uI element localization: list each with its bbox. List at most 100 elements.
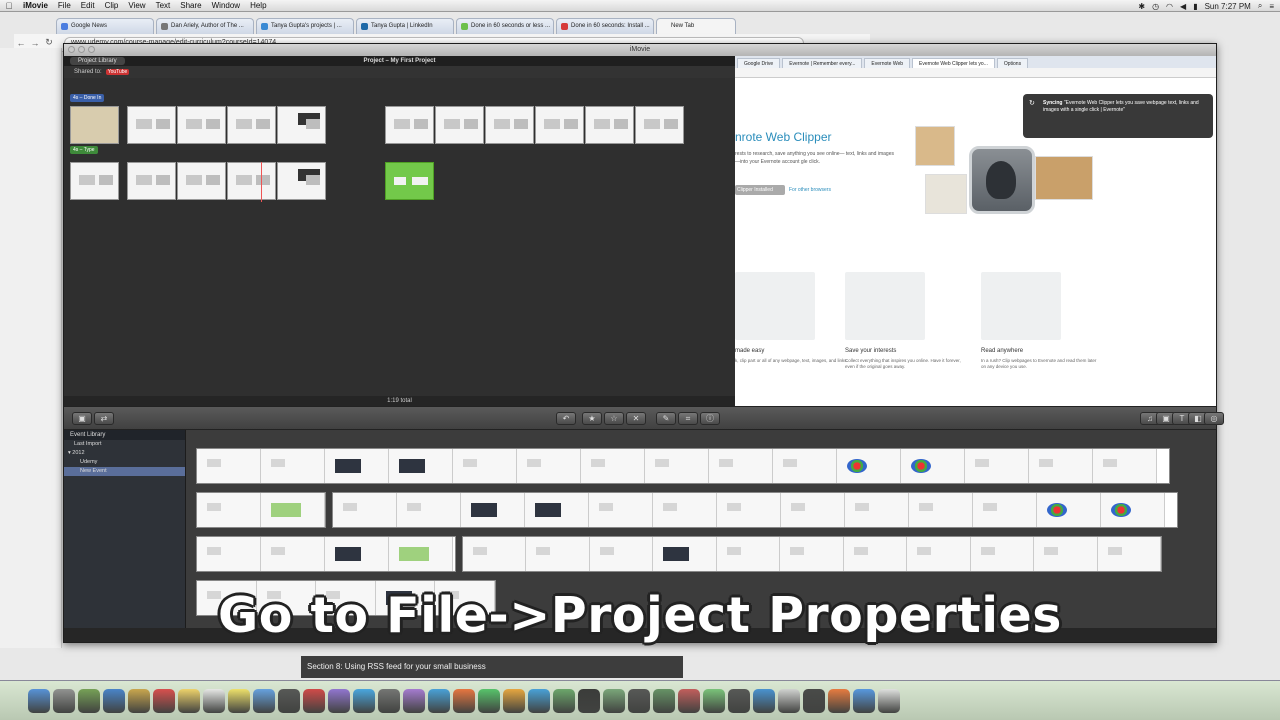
video-clip[interactable] [585, 106, 634, 144]
keyword-icon[interactable]: ✎ [656, 412, 676, 425]
video-clip[interactable] [70, 106, 119, 144]
video-clip[interactable] [385, 162, 434, 200]
forward-icon[interactable]: → [28, 38, 42, 48]
dock-app-icon[interactable] [303, 688, 325, 713]
viewer-tab[interactable]: Evernote Web [864, 58, 911, 68]
video-clip[interactable] [127, 162, 176, 200]
event-filmstrip[interactable] [196, 448, 1170, 484]
dock-app-icon[interactable] [153, 688, 175, 713]
dock-app-icon[interactable] [453, 688, 475, 713]
crop-icon[interactable]: ⌗ [678, 412, 698, 425]
browser-tab[interactable]: Dan Ariely, Author of The ... [156, 18, 254, 34]
menu-clip[interactable]: Clip [100, 1, 124, 10]
dock-app-icon[interactable] [403, 688, 425, 713]
dock-app-icon[interactable] [278, 688, 300, 713]
dock-app-icon[interactable] [128, 688, 150, 713]
playhead[interactable] [261, 162, 262, 202]
dock-app-icon[interactable] [328, 688, 350, 713]
browser-tab[interactable]: Google News [56, 18, 154, 34]
dock-app-icon[interactable] [253, 688, 275, 713]
browser-tab[interactable]: Done in 60 seconds or less ... [456, 18, 554, 34]
time-machine-icon[interactable]: ◷ [1152, 2, 1159, 11]
viewer-tab-active[interactable]: Evernote Web Clipper lets yo... [912, 58, 995, 68]
menu-edit[interactable]: Edit [76, 1, 100, 10]
browser-tab[interactable]: Tanya Gupta | LinkedIn [356, 18, 454, 34]
dock-app-icon[interactable] [428, 688, 450, 713]
viewer-tab[interactable]: Evernote | Remember every... [782, 58, 863, 68]
menu-clock[interactable]: Sun 7:27 PM [1205, 2, 1251, 11]
dock-app-icon[interactable] [53, 688, 75, 713]
dock-app-icon[interactable] [728, 688, 750, 713]
video-clip[interactable] [227, 162, 276, 200]
title-tag[interactable]: 4s – Type [70, 146, 98, 154]
unmark-icon[interactable]: ☆ [604, 412, 624, 425]
video-clip[interactable] [277, 162, 326, 200]
video-clip[interactable] [177, 106, 226, 144]
dock-app-icon[interactable] [878, 688, 900, 713]
dock-app-icon[interactable] [628, 688, 650, 713]
sync-notification[interactable]: ↻ Syncing "Evernote Web Clipper lets you… [1023, 94, 1213, 138]
dock-app-icon[interactable] [203, 688, 225, 713]
video-clip[interactable] [385, 106, 434, 144]
dock-app-icon[interactable] [178, 688, 200, 713]
other-browsers-link[interactable]: For other browsers [789, 187, 831, 193]
dock-app-icon[interactable] [378, 688, 400, 713]
menu-text[interactable]: Text [151, 1, 176, 10]
bluetooth-icon[interactable]: ✱ [1138, 2, 1145, 11]
event-filmstrip[interactable] [196, 492, 326, 528]
camera-import-icon[interactable]: ▣ [72, 412, 92, 425]
dock-app-icon[interactable] [778, 688, 800, 713]
dock-app-icon[interactable] [678, 688, 700, 713]
browser-tab[interactable]: Done in 60 seconds: Install ... [556, 18, 654, 34]
dock-app-icon[interactable] [78, 688, 100, 713]
list-icon[interactable]: ≡ [1269, 2, 1274, 11]
close-window-icon[interactable] [68, 46, 75, 53]
wifi-icon[interactable]: ◠ [1166, 2, 1173, 11]
dock-app-icon[interactable] [353, 688, 375, 713]
back-icon[interactable]: ← [14, 38, 28, 48]
volume-icon[interactable]: ◀ [1180, 2, 1186, 11]
dock-app-icon[interactable] [478, 688, 500, 713]
info-icon[interactable]: ⓘ [700, 412, 720, 425]
event-filmstrip[interactable] [462, 536, 1162, 572]
event-item-selected[interactable]: New Event [64, 467, 185, 476]
menu-file[interactable]: File [53, 1, 76, 10]
video-clip[interactable] [127, 106, 176, 144]
menu-help[interactable]: Help [245, 1, 271, 10]
dock-app-icon[interactable] [103, 688, 125, 713]
event-item[interactable]: ▾ 2012 [64, 449, 185, 458]
favorite-icon[interactable]: ★ [582, 412, 602, 425]
browser-tab-new[interactable]: New Tab [656, 18, 736, 34]
dock-app-icon[interactable] [503, 688, 525, 713]
youtube-badge[interactable]: YouTube [105, 69, 130, 75]
viewer-address-bar[interactable] [735, 68, 1216, 78]
minimize-window-icon[interactable] [78, 46, 85, 53]
reload-icon[interactable]: ↻ [42, 37, 56, 48]
battery-icon[interactable]: ▮ [1193, 2, 1197, 11]
dock-app-icon[interactable] [803, 688, 825, 713]
event-filmstrip[interactable] [332, 492, 1178, 528]
video-clip[interactable] [535, 106, 584, 144]
viewer-tab[interactable]: Options [996, 58, 1029, 68]
video-clip[interactable] [635, 106, 684, 144]
dock-app-icon[interactable] [853, 688, 875, 713]
spotlight-icon[interactable]: ⌕ [1258, 1, 1262, 11]
title-tag[interactable]: 4s – Done In [70, 94, 105, 102]
reject-icon[interactable]: ✕ [626, 412, 646, 425]
video-clip[interactable] [70, 162, 119, 200]
video-clip[interactable] [227, 106, 276, 144]
apple-icon[interactable]:  [0, 1, 18, 11]
event-item[interactable]: Last Import [64, 440, 185, 449]
video-clip[interactable] [177, 162, 226, 200]
event-filmstrip[interactable] [196, 536, 456, 572]
video-clip[interactable] [435, 106, 484, 144]
zoom-window-icon[interactable] [88, 46, 95, 53]
map-icon[interactable]: ◎ [1204, 412, 1224, 425]
browser-tab[interactable]: Tanya Gupta's projects | ... [256, 18, 354, 34]
video-clip[interactable] [277, 106, 326, 144]
dock-app-icon[interactable] [653, 688, 675, 713]
dock-app-icon[interactable] [578, 688, 600, 713]
dock-app-icon[interactable] [703, 688, 725, 713]
menu-window[interactable]: Window [207, 1, 245, 10]
dock-app-icon[interactable] [228, 688, 250, 713]
